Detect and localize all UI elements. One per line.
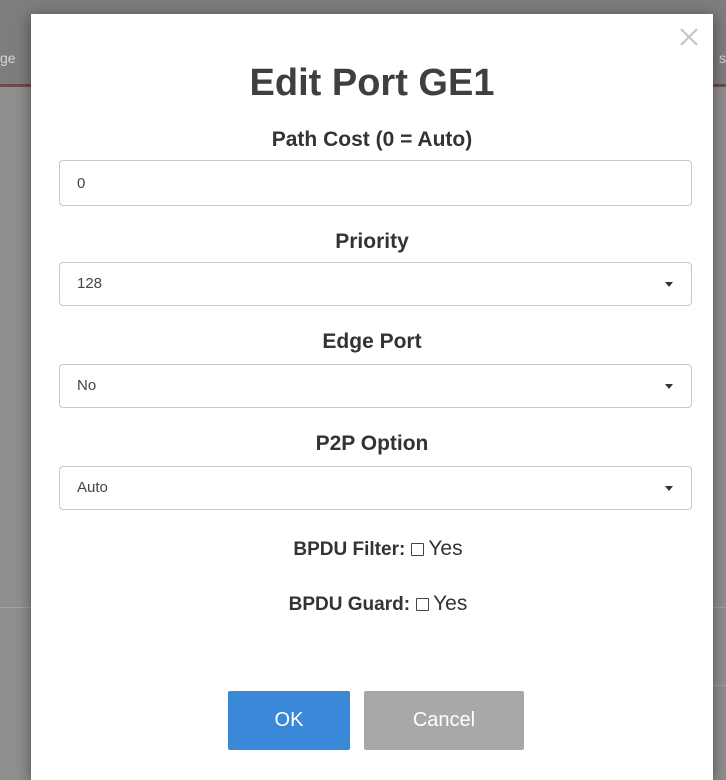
background-tab-fragment-right: s xyxy=(719,50,726,66)
edge-port-select[interactable]: No xyxy=(59,364,692,408)
background-divider xyxy=(713,685,726,686)
path-cost-input[interactable] xyxy=(59,160,692,206)
bpdu-guard-label: BPDU Guard: xyxy=(288,594,411,615)
ok-button[interactable]: OK xyxy=(228,691,350,750)
priority-select[interactable]: 128 xyxy=(59,262,692,306)
chevron-down-icon xyxy=(665,486,673,491)
chevron-down-icon xyxy=(665,384,673,389)
edge-port-selected-value: No xyxy=(77,377,97,394)
edge-port-label: Edge Port xyxy=(322,330,422,353)
bpdu-filter-label: BPDU Filter: xyxy=(293,539,406,560)
bpdu-guard-option-label: Yes xyxy=(433,592,468,615)
priority-label: Priority xyxy=(335,230,409,253)
bpdu-guard-row: BPDU Guard: Yes xyxy=(37,590,719,620)
bpdu-filter-option-label: Yes xyxy=(428,537,463,560)
background-tab-fragment: ge xyxy=(0,50,16,66)
cancel-button[interactable]: Cancel xyxy=(364,691,524,750)
edit-port-dialog: Edit Port GE1 Path Cost (0 = Auto) Prior… xyxy=(31,14,713,780)
bpdu-guard-checkbox[interactable] xyxy=(416,598,430,611)
dialog-title: Edit Port GE1 xyxy=(249,62,495,104)
p2p-option-label: P2P Option xyxy=(315,432,429,455)
bpdu-filter-row: BPDU Filter: Yes xyxy=(37,535,719,565)
chevron-down-icon xyxy=(665,282,673,287)
p2p-option-selected-value: Auto xyxy=(77,479,108,496)
close-button[interactable] xyxy=(678,26,700,48)
close-icon xyxy=(680,28,698,46)
p2p-option-select[interactable]: Auto xyxy=(59,466,692,510)
priority-selected-value: 128 xyxy=(77,275,103,292)
background-divider xyxy=(0,607,31,608)
path-cost-label: Path Cost (0 = Auto) xyxy=(271,128,473,151)
bpdu-filter-checkbox[interactable] xyxy=(411,543,425,556)
